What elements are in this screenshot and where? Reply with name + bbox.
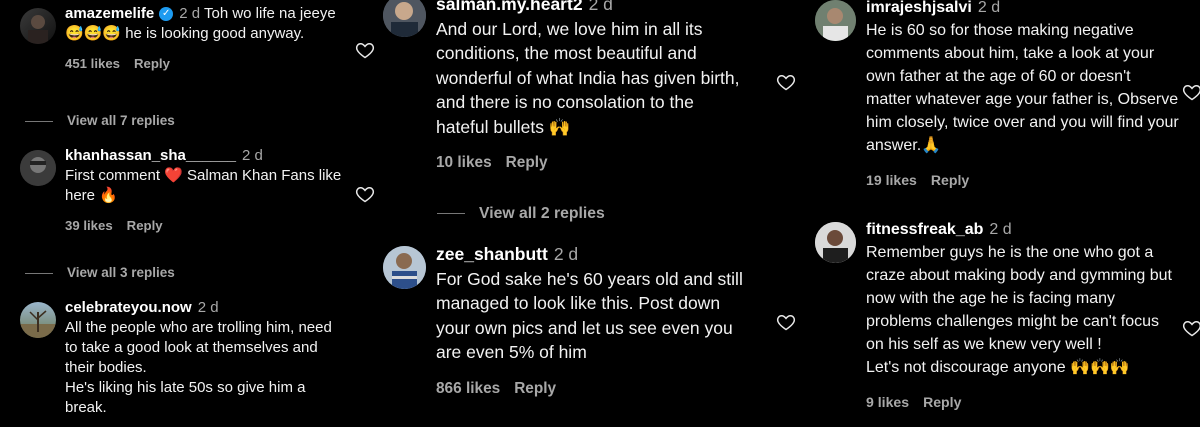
divider-line (25, 272, 53, 274)
comment-body: amazemelife ✓ 2 d Toh wo life na jeeye 😅😅😅… (65, 4, 345, 74)
comment-body: celebrateyou.now 2 d All the people who a… (65, 298, 345, 418)
timestamp[interactable]: 2 d (989, 221, 1011, 238)
comment-text: And our Lord, we love him in all its con… (436, 18, 740, 137)
comment-body: salman.my.heart2 2 d And our Lord, we lov… (436, 0, 746, 176)
verified-badge-icon: ✓ (159, 7, 174, 22)
heart-outline-icon[interactable] (776, 72, 796, 92)
likes-count[interactable]: 451 likes (65, 56, 120, 71)
comment-body: zee_shanbutt 2 d For God sake he's 60 yea… (436, 242, 746, 401)
avatar[interactable] (20, 8, 56, 44)
timestamp[interactable]: 2 d (554, 244, 578, 264)
reply-button[interactable]: Reply (931, 172, 969, 188)
divider-line (437, 213, 465, 215)
heart-outline-icon[interactable] (1182, 318, 1200, 338)
username[interactable]: zee_shanbutt (436, 244, 548, 264)
heart-outline-icon[interactable] (776, 312, 796, 332)
likes-count[interactable]: 9 likes (866, 394, 909, 410)
avatar[interactable] (383, 0, 426, 37)
comment-text: For God sake he's 60 years old and still… (436, 268, 743, 363)
view-replies-button[interactable]: View all 2 replies (437, 202, 605, 227)
timestamp[interactable]: 2 d (589, 0, 613, 14)
reply-button[interactable]: Reply (127, 218, 163, 233)
username[interactable]: fitnessfreak_ab (866, 221, 983, 238)
comment-body: khanhassan_sha______ 2 d First comment ❤️… (65, 146, 345, 236)
username[interactable]: celebrateyou.now (65, 299, 192, 316)
view-replies-button[interactable]: View all 3 replies (25, 263, 175, 283)
timestamp[interactable]: 2 d (978, 0, 1000, 16)
username[interactable]: salman.my.heart2 (436, 0, 583, 14)
avatar[interactable] (815, 0, 856, 41)
reply-button[interactable]: Reply (514, 380, 556, 397)
avatar[interactable] (383, 246, 426, 289)
comments-column-3: imrajeshjsalvi 2 d He is 60 so for those … (800, 0, 1200, 427)
heart-outline-icon[interactable] (355, 40, 375, 60)
reply-button[interactable]: Reply (506, 154, 548, 171)
heart-outline-icon[interactable] (1182, 82, 1200, 102)
comment-text: He is 60 so for those making negative co… (866, 22, 1179, 154)
timestamp[interactable]: 2 d (179, 5, 200, 22)
reply-button[interactable]: Reply (134, 56, 170, 71)
likes-count[interactable]: 10 likes (436, 154, 492, 171)
username[interactable]: khanhassan_sha______ (65, 147, 236, 164)
comment-text: Remember guys he is the one who got a cr… (866, 244, 1172, 376)
avatar[interactable] (815, 222, 856, 263)
comment-text: First comment ❤️ Salman Khan Fans like h… (65, 167, 342, 204)
username[interactable]: amazemelife (65, 5, 154, 22)
heart-outline-icon[interactable] (355, 184, 375, 204)
likes-count[interactable]: 19 likes (866, 172, 917, 188)
divider-line (25, 120, 53, 122)
view-replies-button[interactable]: View all 7 replies (25, 111, 175, 131)
timestamp[interactable]: 2 d (198, 299, 219, 316)
comment-body: fitnessfreak_ab 2 d Remember guys he is t… (866, 218, 1180, 414)
reply-button[interactable]: Reply (923, 394, 961, 410)
likes-count[interactable]: 39 likes (65, 218, 113, 233)
comment-text: All the people who are trolling him, nee… (65, 319, 332, 416)
comments-column-1: amazemelife ✓ 2 d Toh wo life na jeeye 😅😅😅… (0, 0, 380, 427)
likes-count[interactable]: 866 likes (436, 380, 500, 397)
username[interactable]: imrajeshjsalvi (866, 0, 972, 16)
comment-body: imrajeshjsalvi 2 d He is 60 so for those … (866, 0, 1180, 192)
comments-column-2: salman.my.heart2 2 d And our Lord, we lov… (380, 0, 800, 427)
timestamp[interactable]: 2 d (242, 147, 263, 164)
avatar[interactable] (20, 150, 56, 186)
avatar[interactable] (20, 302, 56, 338)
